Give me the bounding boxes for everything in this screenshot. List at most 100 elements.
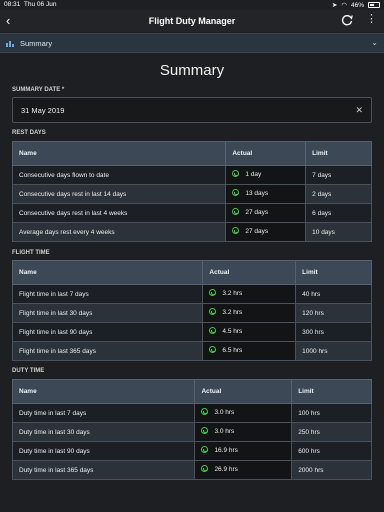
bar-chart-icon xyxy=(6,41,14,47)
column-name: Name xyxy=(11,141,227,166)
section-selector[interactable]: Summary ⌄ xyxy=(0,33,384,53)
row-actual-value: 4.5 hrs xyxy=(222,328,243,336)
row-limit: 300 hrs xyxy=(295,322,372,342)
row-actual: 3.0 hrs xyxy=(194,422,293,442)
flight-time-rows: Flight time in last 7 days 3.2 hrs 40 hrs F… xyxy=(11,284,372,361)
summary-date-value: 31 May 2019 xyxy=(21,106,65,115)
row-name: Duty time in last 7 days xyxy=(11,403,196,423)
row-name: Flight time in last 30 days xyxy=(11,303,204,323)
duty-time-table: Name Actual Limit Duty time in last 7 da… xyxy=(11,379,372,480)
row-limit: 250 hrs xyxy=(291,422,372,442)
nav-bar: ‹ Flight Duty Manager ⋮ xyxy=(0,10,384,32)
check-circle-icon xyxy=(209,308,217,316)
more-icon[interactable]: ⋮ xyxy=(366,12,377,25)
row-actual: 13 days xyxy=(225,184,307,204)
column-name: Name xyxy=(11,379,196,404)
row-name: Duty time in last 365 days xyxy=(11,460,196,480)
table-row: Duty time in last 30 days 3.0 hrs 250 hrs xyxy=(11,422,372,442)
clear-icon[interactable]: ✕ xyxy=(355,105,363,116)
location-icon: ➤ xyxy=(331,2,338,9)
row-actual-value: 27 days xyxy=(245,228,269,236)
duty-time-label: DUTY TIME xyxy=(12,368,45,374)
chevron-down-icon[interactable]: ⌄ xyxy=(371,38,378,47)
column-name: Name xyxy=(11,260,204,285)
table-header: Name Actual Limit xyxy=(11,141,372,166)
row-limit: 100 hrs xyxy=(291,403,372,423)
table-row: Consecutive days rest in last 4 weeks 27 … xyxy=(11,203,372,223)
row-name: Flight time in last 90 days xyxy=(11,322,204,342)
summary-date-label: SUMMARY DATE * xyxy=(12,87,65,93)
row-name: Consecutive days rest in last 14 days xyxy=(11,184,227,204)
row-actual: 27 days xyxy=(225,203,307,223)
row-actual: 3.2 hrs xyxy=(202,303,297,323)
table-row: Average days rest every 4 weeks 27 days 10… xyxy=(11,222,372,242)
row-actual-value: 1 day xyxy=(245,171,262,179)
table-row: Consecutive days rest in last 14 days 13 … xyxy=(11,184,372,204)
row-limit: 10 days xyxy=(305,222,372,242)
check-circle-icon xyxy=(201,446,209,454)
row-actual: 27 days xyxy=(225,222,307,242)
flight-time-label: FLIGHT TIME xyxy=(12,250,50,256)
nav-title: Flight Duty Manager xyxy=(148,16,236,26)
row-name: Duty time in last 30 days xyxy=(11,422,196,442)
row-actual: 4.5 hrs xyxy=(202,322,297,342)
table-row: Flight time in last 30 days 3.2 hrs 120 hr… xyxy=(11,303,372,323)
page-title: Summary xyxy=(159,62,225,79)
column-limit: Limit xyxy=(291,379,372,404)
column-actual: Actual xyxy=(194,379,293,404)
row-limit: 2000 hrs xyxy=(291,460,372,480)
check-circle-icon xyxy=(209,289,217,297)
row-actual-value: 16.9 hrs xyxy=(214,447,238,455)
row-name: Average days rest every 4 weeks xyxy=(11,222,227,242)
rest-days-label: REST DAYS xyxy=(12,130,46,136)
section-label: Summary xyxy=(20,39,53,48)
check-circle-icon xyxy=(201,427,209,435)
row-limit: 120 hrs xyxy=(295,303,372,323)
column-actual: Actual xyxy=(202,260,297,285)
row-limit: 2 days xyxy=(305,184,372,204)
row-name: Consecutive days flown to date xyxy=(11,165,227,185)
duty-time-rows: Duty time in last 7 days 3.0 hrs 100 hrs Du… xyxy=(11,403,372,480)
row-actual: 3.0 hrs xyxy=(194,403,293,423)
status-time-date: 08:31 Thu 06 Jun xyxy=(4,1,56,8)
table-header: Name Actual Limit xyxy=(11,260,372,285)
row-actual-value: 3.2 hrs xyxy=(222,309,243,317)
summary-date-field[interactable]: 31 May 2019 ✕ xyxy=(12,97,372,123)
wifi-icon: ◠ xyxy=(341,2,347,9)
status-bar: 08:31 Thu 06 Jun ➤ ◠ 46% xyxy=(0,0,384,10)
battery-icon xyxy=(368,2,380,8)
table-row: Flight time in last 90 days 4.5 hrs 300 hr… xyxy=(11,322,372,342)
check-circle-icon xyxy=(232,189,240,197)
row-actual-value: 3.0 hrs xyxy=(214,409,235,417)
row-actual: 1 day xyxy=(225,165,307,185)
table-row: Duty time in last 365 days 26.9 hrs 2000 h… xyxy=(11,460,372,480)
check-circle-icon xyxy=(232,170,240,178)
battery-fill xyxy=(370,4,374,6)
row-limit: 1000 hrs xyxy=(295,341,372,361)
column-limit: Limit xyxy=(295,260,372,285)
battery-percent: 46% xyxy=(350,1,364,9)
row-limit: 600 hrs xyxy=(291,441,372,461)
row-name: Consecutive days rest in last 4 weeks xyxy=(11,203,227,223)
table-row: Flight time in last 365 days 6.5 hrs 1000 … xyxy=(11,341,372,361)
row-actual-value: 3.0 hrs xyxy=(214,428,235,436)
check-circle-icon xyxy=(209,327,217,335)
status-time: 08:31 xyxy=(4,1,21,8)
table-row: Consecutive days flown to date 1 day 7 day… xyxy=(11,165,372,185)
row-limit: 6 days xyxy=(305,203,372,223)
row-limit: 7 days xyxy=(305,165,372,185)
table-row: Duty time in last 7 days 3.0 hrs 100 hrs xyxy=(11,403,372,423)
flight-time-table: Name Actual Limit Flight time in last 7 … xyxy=(11,260,372,361)
table-row: Duty time in last 90 days 16.9 hrs 600 hrs xyxy=(11,441,372,461)
table-row: Flight time in last 7 days 3.2 hrs 40 hrs xyxy=(11,284,372,304)
row-actual-value: 27 days xyxy=(245,209,269,217)
row-actual: 6.5 hrs xyxy=(202,341,297,361)
check-circle-icon xyxy=(232,227,240,235)
table-header: Name Actual Limit xyxy=(11,379,372,404)
row-name: Flight time in last 365 days xyxy=(11,341,204,361)
refresh-icon[interactable] xyxy=(340,13,354,27)
row-actual-value: 26.9 hrs xyxy=(214,466,238,474)
column-actual: Actual xyxy=(225,141,307,166)
row-actual: 26.9 hrs xyxy=(194,460,293,480)
row-name: Flight time in last 7 days xyxy=(11,284,204,304)
